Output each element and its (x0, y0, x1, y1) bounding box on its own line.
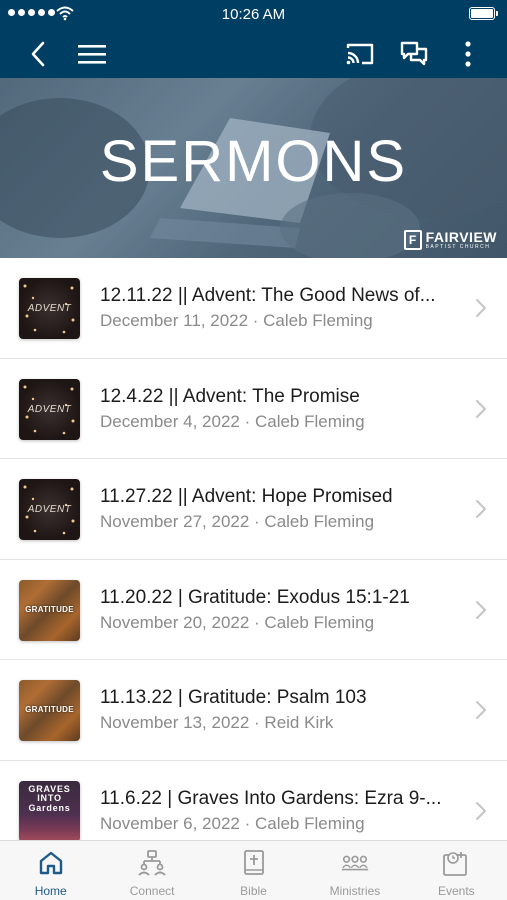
tab-label: Ministries (329, 884, 381, 898)
sermon-title: 11.13.22 | Gratitude: Psalm 103 (100, 687, 367, 708)
nav-bar (0, 28, 507, 78)
cast-button[interactable] (340, 34, 380, 74)
tab-ministries[interactable]: Ministries (304, 841, 405, 900)
more-options-button[interactable] (448, 34, 488, 74)
sermon-thumbnail: GRATITUDE (19, 680, 80, 741)
sermon-list-item[interactable]: ADVENT 12.11.22 || Advent: The Good News… (0, 258, 507, 359)
tab-events[interactable]: Events (406, 841, 507, 900)
chat-bubbles-icon (400, 41, 428, 66)
tab-label: Events (437, 884, 475, 898)
sermon-list-item[interactable]: GRATITUDE 11.13.22 | Gratitude: Psalm 10… (0, 660, 507, 761)
tab-bible[interactable]: Bible (203, 841, 304, 900)
status-bar: 10:26 AM (0, 0, 507, 28)
sermons-banner: SERMONS F FAIRVIEW BAPTIST CHURCH (0, 78, 507, 258)
battery-icon (469, 7, 498, 20)
hamburger-menu-icon (78, 45, 106, 64)
tab-label: Bible (240, 884, 267, 898)
calendar-clock-icon (443, 852, 468, 876)
chat-button[interactable] (394, 34, 434, 74)
connect-people-icon (138, 850, 166, 876)
chevron-left-icon (31, 41, 45, 67)
home-icon (39, 851, 62, 875)
sermon-title: 12.11.22 || Advent: The Good News of... (100, 285, 436, 306)
more-vertical-icon (465, 41, 471, 67)
status-time: 10:26 AM (221, 6, 286, 23)
chevron-right-icon (476, 701, 486, 719)
church-logo-mark: F (403, 230, 422, 250)
tab-label: Connect (129, 884, 175, 898)
sermon-thumbnail: GRATITUDE (19, 579, 80, 641)
church-logo: F FAIRVIEW BAPTIST CHURCH (403, 229, 497, 250)
sermon-meta: November 6, 2022 · Caleb Fleming (100, 813, 365, 833)
tab-home[interactable]: Home (0, 841, 101, 900)
sermon-meta: November 13, 2022 · Reid Kirk (100, 713, 334, 732)
sermon-meta: December 4, 2022 · Caleb Fleming (100, 411, 365, 431)
church-logo-name: FAIRVIEW (425, 229, 497, 245)
banner-title: SERMONS (99, 129, 408, 194)
sermon-meta: November 20, 2022 · Caleb Fleming (100, 612, 375, 632)
sermon-title: 12.4.22 || Advent: The Promise (100, 385, 360, 407)
sermon-list-item[interactable]: GRAVES INTO Gardens 11.6.22 | Graves Int… (0, 761, 507, 840)
chevron-right-icon (476, 801, 486, 820)
sermon-title: 11.20.22 | Gratitude: Exodus 15:1-21 (100, 586, 410, 608)
group-people-icon (341, 855, 369, 871)
chevron-right-icon (476, 500, 486, 518)
sermon-thumbnail: ADVENT (19, 378, 80, 440)
chevron-right-icon (476, 600, 486, 619)
sermon-title: 11.27.22 || Advent: Hope Promised (100, 486, 393, 507)
chevron-right-icon (476, 399, 486, 418)
tab-label: Home (34, 884, 67, 898)
sermon-thumbnail: ADVENT (19, 479, 80, 540)
back-button[interactable] (18, 34, 58, 74)
sermon-thumbnail: GRAVES INTO Gardens (19, 780, 80, 840)
bible-icon (243, 850, 264, 875)
church-logo-subtitle: BAPTIST CHURCH (425, 244, 491, 250)
sermon-title: 11.6.22 | Graves Into Gardens: Ezra 9-..… (100, 787, 442, 809)
sermon-list-item[interactable]: GRATITUDE 11.20.22 | Gratitude: Exodus 1… (0, 560, 507, 660)
tab-connect[interactable]: Connect (101, 841, 202, 900)
sermon-list-item[interactable]: ADVENT 11.27.22 || Advent: Hope Promised… (0, 459, 507, 560)
sermon-meta: November 27, 2022 · Caleb Fleming (100, 512, 375, 531)
cast-icon (346, 43, 374, 65)
bottom-tab-bar: Home Connect Bible Ministries Events (0, 840, 507, 900)
menu-button[interactable] (72, 34, 112, 74)
sermon-meta: December 11, 2022 · Caleb Fleming (100, 311, 373, 330)
chevron-right-icon (476, 299, 486, 317)
sermon-thumbnail: ADVENT (19, 278, 80, 339)
sermon-list: ADVENT 12.11.22 || Advent: The Good News… (0, 258, 507, 840)
sermon-list-item[interactable]: ADVENT 12.4.22 || Advent: The Promise De… (0, 359, 507, 459)
